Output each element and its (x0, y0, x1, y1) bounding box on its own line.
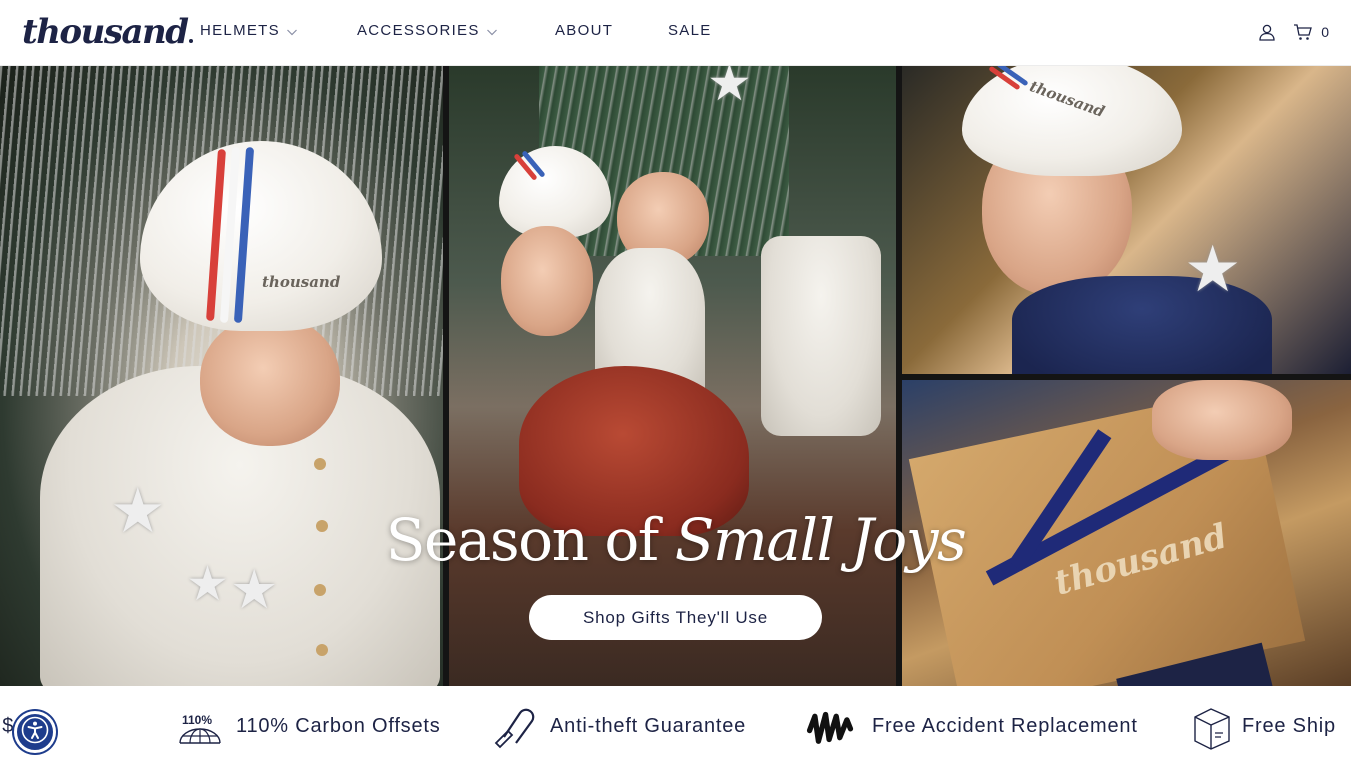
lock-icon (490, 703, 538, 751)
header-actions: 0 (1257, 22, 1329, 42)
star-ornament: ★ (707, 66, 752, 111)
hand (1152, 380, 1292, 460)
cart-icon[interactable] (1293, 22, 1313, 42)
benefits-track: on $60+ 110% 110% Carbon Offsets Anti-th… (0, 686, 1351, 767)
benefit-item-anti-theft: Anti-theft Guarantee (490, 686, 746, 767)
benefit-item-carbon: 110% 110% Carbon Offsets (176, 686, 441, 767)
nav-item-label: SALE (668, 22, 712, 39)
shop-gifts-button[interactable]: Shop Gifts They'll Use (529, 595, 822, 640)
toddler-face (200, 316, 340, 446)
hero-title-script: Small Joys (674, 506, 967, 574)
cart-count[interactable]: 0 (1321, 24, 1329, 40)
carbon-icon-label: 110% (182, 712, 213, 727)
helmet-brand-text: thousand (1027, 77, 1108, 121)
helmet-brand-text: thousand (262, 273, 341, 291)
user-icon[interactable] (1257, 22, 1277, 42)
site-header: thousand HELMETS ACCESSORIES ABOUT SALE … (0, 0, 1351, 66)
chevron-down-icon (286, 25, 298, 37)
hero-title-main: Season of (385, 506, 675, 574)
accessibility-icon (21, 716, 49, 749)
nav-item-accessories[interactable]: ACCESSORIES (357, 22, 498, 39)
nav-item-label: HELMETS (200, 22, 280, 39)
shop-gifts-button-label: Shop Gifts They'll Use (583, 607, 768, 627)
nav-item-about[interactable]: ABOUT (555, 22, 613, 39)
woman-pants (761, 236, 881, 436)
nav-item-label: ABOUT (555, 22, 614, 39)
accessibility-button[interactable] (14, 711, 56, 753)
benefit-text: Free Ship (1242, 715, 1336, 737)
hero-photo-family: ★ (449, 66, 896, 686)
benefit-item-free-ship: Free Ship (1188, 686, 1336, 767)
father-face (501, 226, 593, 336)
logo-text: thousand (22, 12, 189, 52)
hero-title: Season of Small Joys (0, 506, 1351, 574)
star-ornament: ★ (1184, 233, 1242, 305)
benefit-text: Free Accident Replacement (872, 715, 1138, 737)
benefit-text: Anti-theft Guarantee (550, 715, 747, 737)
benefits-marquee: on $60+ 110% 110% Carbon Offsets Anti-th… (0, 686, 1351, 767)
benefit-text: 110% Carbon Offsets (236, 715, 441, 737)
nav-item-sale[interactable]: SALE (668, 22, 712, 39)
hero-banner[interactable]: thousand ★ ★ ★ ★ thousand ★ thousand Sea… (0, 66, 1351, 686)
hero-photo-man: thousand ★ (902, 66, 1351, 374)
box-icon (1188, 703, 1230, 751)
hero-photo-toddler: thousand ★ ★ ★ (0, 66, 443, 686)
scribble-icon (806, 703, 860, 751)
carbon-globe-icon: 110% (176, 703, 224, 751)
benefit-item-accident: Free Accident Replacement (806, 686, 1138, 767)
nav-item-helmets[interactable]: HELMETS (200, 22, 298, 39)
nav-item-label: ACCESSORIES (357, 22, 480, 39)
chevron-down-icon (486, 25, 498, 37)
helmet-photo: thousand (962, 66, 1182, 176)
brand-logo[interactable]: thousand (22, 12, 193, 52)
